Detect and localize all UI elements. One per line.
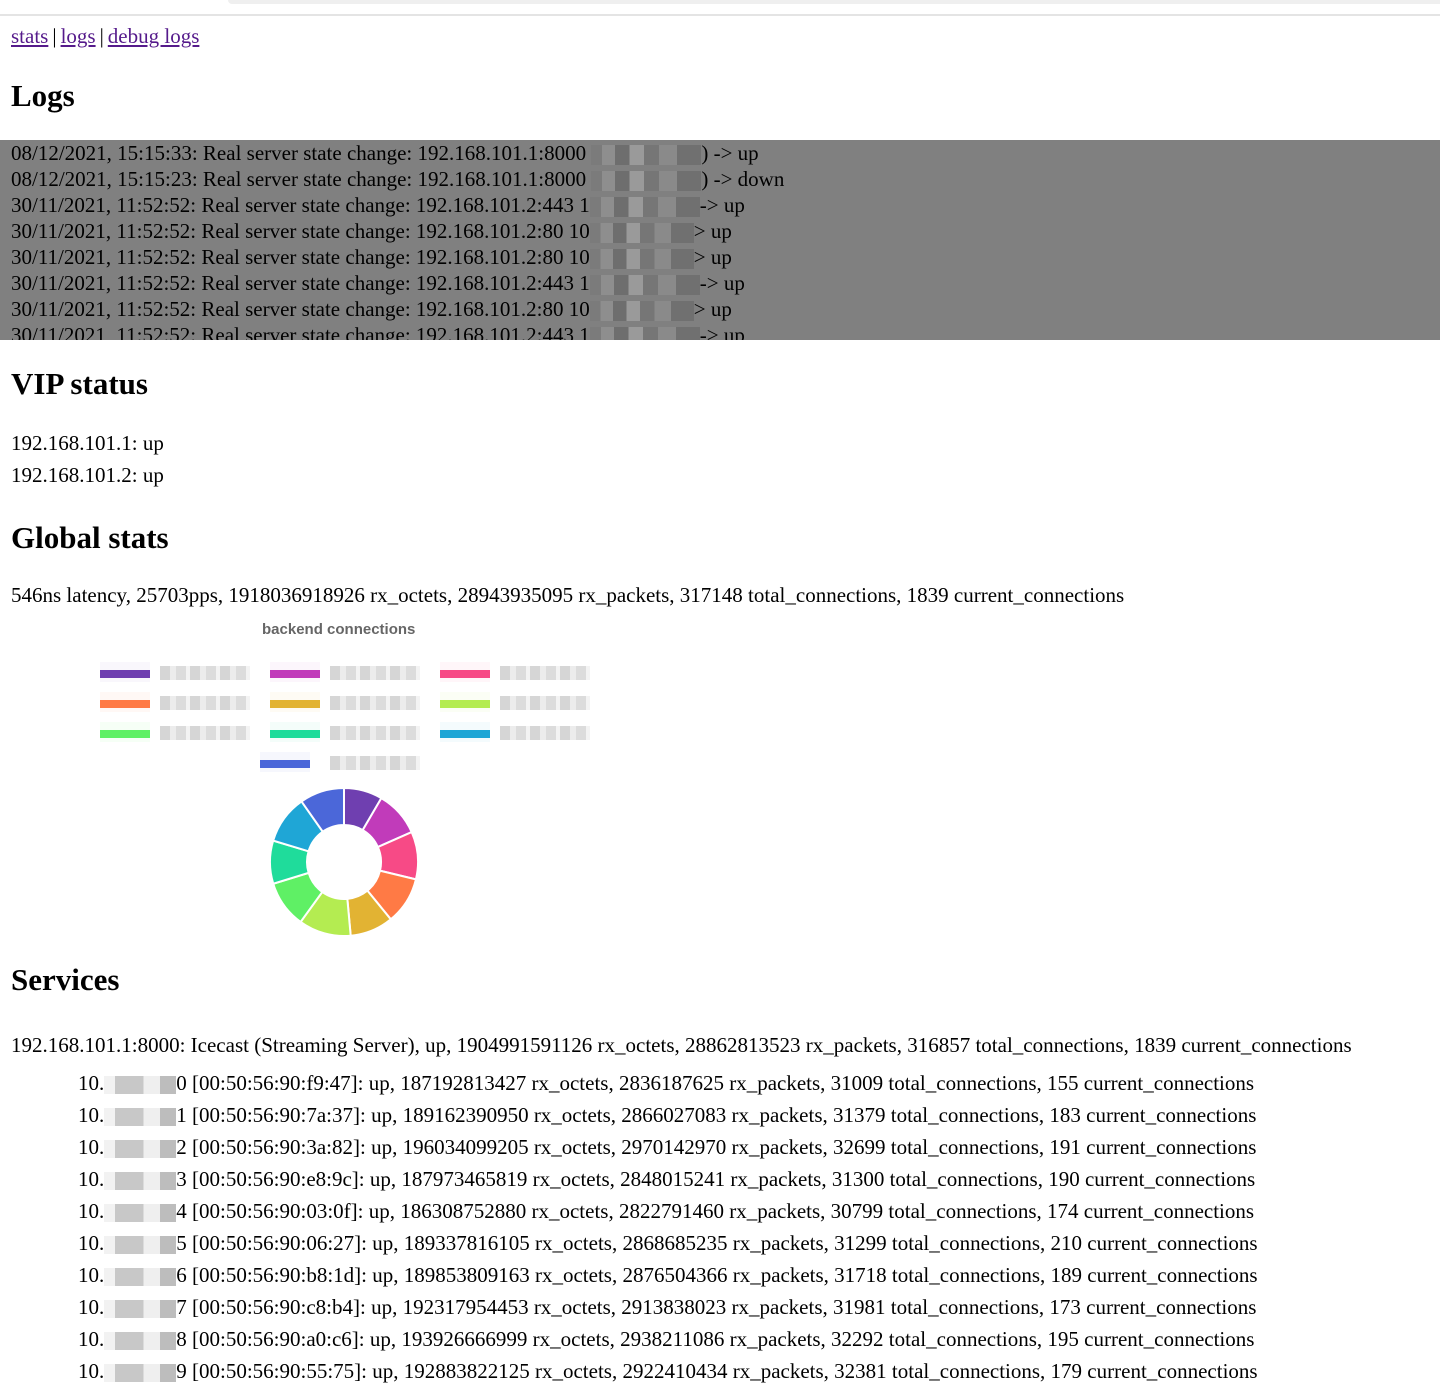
backend-row: 10. 3 [00:50:56:90:e8:9c]: up, 1879734658… (78, 1167, 1256, 1191)
nav-separator: | (99, 24, 104, 48)
redacted-ip (104, 1236, 177, 1255)
redacted-ip (104, 1076, 177, 1095)
legend-label-redacted (500, 666, 590, 680)
redacted-blur (589, 223, 694, 244)
redacted-ip (104, 1108, 177, 1127)
global-stats-summary: 546ns latency, 25703pps, 1918036918926 r… (11, 583, 1125, 607)
redacted-ip (104, 1268, 177, 1287)
nav-link-logs[interactable]: logs (61, 24, 96, 48)
vip-status-heading: VIP status (11, 366, 148, 401)
browser-toolbar (0, 0, 1440, 16)
redacted-blur (591, 145, 702, 166)
log-line: 30/11/2021, 11:52:52: Real server state … (11, 271, 745, 296)
log-line: 30/11/2021, 11:52:52: Real server state … (0, 322, 1440, 340)
legend-swatch (100, 692, 150, 712)
backend-row: 10. 4 [00:50:56:90:03:0f]: up, 1863087528… (78, 1199, 1255, 1223)
vip-status-item: 192.168.101.1: up (11, 431, 164, 455)
backend-row: 10. 5 [00:50:56:90:06:27]: up, 1893378161… (78, 1231, 1258, 1255)
chart-title: backend connections (262, 621, 416, 638)
legend-swatch (270, 722, 320, 742)
legend-label-redacted (160, 726, 250, 740)
legend-swatch (100, 722, 150, 742)
redacted-blur (589, 197, 700, 218)
redacted-ip (104, 1204, 177, 1223)
log-line: 30/11/2021, 11:52:52: Real server state … (11, 219, 732, 244)
backend-row: 10. 2 [00:50:56:90:3a:82]: up, 1960340992… (78, 1135, 1257, 1159)
legend-swatch (440, 662, 490, 682)
legend-swatch (440, 692, 490, 712)
backend-row: 10. 7 [00:50:56:90:c8:b4]: up, 1923179544… (78, 1295, 1257, 1319)
backend-connections-donut (269, 786, 419, 937)
address-field[interactable] (228, 0, 1440, 4)
nav-link-debug-logs[interactable]: debug logs (108, 24, 200, 48)
legend-swatch (100, 662, 150, 682)
redacted-ip (104, 1332, 177, 1351)
legend-label-redacted (330, 726, 420, 740)
redacted-ip (104, 1140, 177, 1159)
logs-heading: Logs (11, 78, 75, 113)
backend-row: 10. 1 [00:50:56:90:7a:37]: up, 1891623909… (78, 1103, 1257, 1127)
backend-row: 10. 8 [00:50:56:90:a0:c6]: up, 1939266669… (78, 1327, 1255, 1351)
legend-label-redacted (330, 666, 420, 680)
log-panel[interactable]: 08/12/2021, 15:15:33: Real server state … (0, 140, 1440, 340)
backend-row: 10. 6 [00:50:56:90:b8:1d]: up, 1898538091… (78, 1263, 1258, 1287)
redacted-ip (104, 1172, 177, 1191)
vip-status-item: 192.168.101.2: up (11, 463, 164, 487)
log-line: 30/11/2021, 11:52:52: Real server state … (11, 297, 732, 322)
redacted-blur (589, 249, 694, 270)
global-stats-heading: Global stats (11, 520, 169, 555)
service-line: 192.168.101.1:8000: Icecast (Streaming S… (11, 1033, 1352, 1057)
log-line: 30/11/2021, 11:52:52: Real server state … (11, 193, 745, 218)
legend-swatch (270, 662, 320, 682)
legend-label-redacted (500, 726, 590, 740)
backend-row: 10. 0 [00:50:56:90:f9:47]: up, 1871928134… (78, 1071, 1255, 1095)
redacted-ip (104, 1300, 177, 1319)
legend-label-redacted (500, 696, 590, 710)
legend-label-redacted (160, 666, 250, 680)
redacted-blur (591, 171, 702, 192)
log-line: 30/11/2021, 11:52:52: Real server state … (11, 245, 732, 270)
redacted-blur (589, 327, 700, 340)
redacted-ip (104, 1364, 177, 1383)
nav-separator: | (52, 24, 57, 48)
legend-swatch (270, 692, 320, 712)
nav-link-stats[interactable]: stats (11, 24, 48, 48)
legend-swatch (440, 722, 490, 742)
redacted-blur (589, 275, 700, 296)
log-line: 08/12/2021, 15:15:33: Real server state … (11, 141, 759, 166)
legend-swatch (260, 752, 310, 772)
redacted-blur (589, 301, 694, 322)
log-line: 08/12/2021, 15:15:23: Real server state … (11, 167, 785, 192)
top-nav: stats | logs | debug logs (11, 24, 199, 49)
legend-label-redacted (160, 696, 250, 710)
legend-label-redacted (330, 696, 420, 710)
backend-row: 10. 9 [00:50:56:90:55:75]: up, 1928838221… (78, 1359, 1258, 1383)
legend-label-redacted (330, 756, 420, 770)
services-heading: Services (11, 962, 120, 997)
